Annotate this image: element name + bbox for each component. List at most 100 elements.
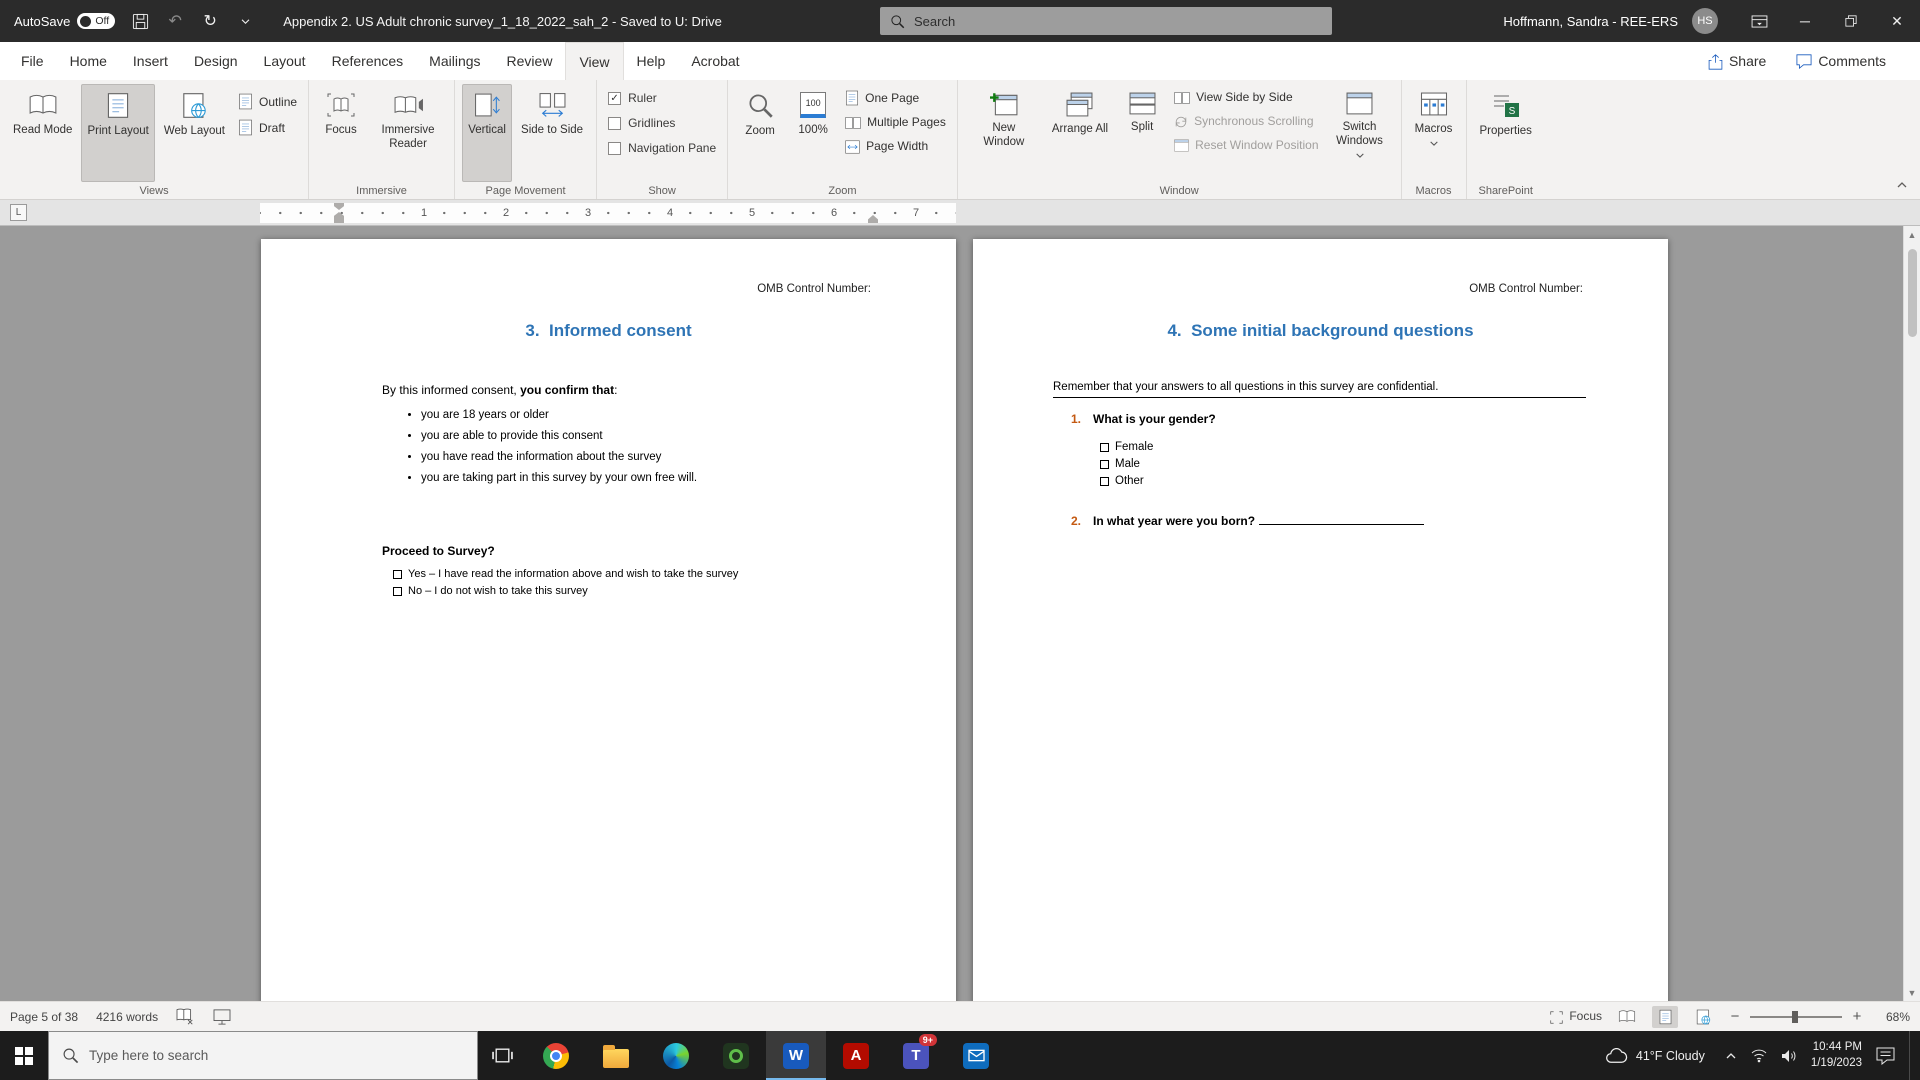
tab-mailings[interactable]: Mailings [416,42,493,80]
weather-widget[interactable]: 41°F Cloudy [1599,1048,1711,1064]
read-mode-button[interactable]: Read Mode [7,84,78,182]
document-page-1[interactable]: OMB Control Number: 3. Informed consent … [261,239,956,1001]
scrollbar-thumb[interactable] [1908,249,1917,337]
zoom-button[interactable]: Zoom [735,84,785,182]
zoom-in-button[interactable]: + [1850,1008,1864,1025]
taskbar-teams-button[interactable]: T9+ [886,1031,946,1080]
autosave-toggle[interactable]: AutoSave Off [14,13,115,29]
navigation-pane-checkbox[interactable]: Navigation Pane [604,140,720,156]
collapse-ribbon-icon[interactable] [1896,176,1908,194]
hanging-indent-marker[interactable] [334,212,344,219]
tab-design[interactable]: Design [181,42,251,80]
checkbox-checked-icon [608,92,621,105]
avatar[interactable]: HS [1692,8,1718,34]
close-button[interactable]: ✕ [1874,0,1920,42]
customize-qat-chevron-icon[interactable] [235,11,255,31]
vertical-button[interactable]: Vertical [462,84,512,182]
taskbar-green-app-button[interactable] [706,1031,766,1080]
print-layout-view-button[interactable] [1652,1006,1678,1028]
scroll-down-icon[interactable]: ▼ [1908,984,1917,1001]
word-count-status[interactable]: 4216 words [96,1010,158,1024]
ribbon-display-options-button[interactable] [1736,0,1782,42]
tab-acrobat[interactable]: Acrobat [678,42,752,80]
view-side-by-side-button[interactable]: View Side by Side [1170,89,1297,106]
taskbar-word-button[interactable]: W [766,1031,826,1080]
hidden-icons-chevron-icon[interactable] [1725,1052,1737,1060]
zoom-slider[interactable] [1750,1016,1842,1018]
tab-insert[interactable]: Insert [120,42,181,80]
macros-button[interactable]: Macros [1409,84,1459,182]
immersive-reader-button[interactable]: Immersive Reader [369,84,447,182]
document-page-2[interactable]: OMB Control Number: 4. Some initial back… [973,239,1668,1001]
switch-windows-button[interactable]: Switch Windows [1326,84,1394,182]
web-layout-button[interactable]: Web Layout [158,84,231,182]
tab-references[interactable]: References [319,42,417,80]
reset-window-position-button[interactable]: Reset Window Position [1170,137,1322,153]
proofing-errors-icon[interactable] [176,1008,195,1025]
zoom-100-button[interactable]: 100100% [788,84,838,182]
taskbar-outlook-button[interactable] [946,1031,1006,1080]
web-layout-view-button[interactable] [1690,1006,1716,1028]
zoom-slider-thumb[interactable] [1792,1011,1798,1023]
page-number-status[interactable]: Page 5 of 38 [10,1010,78,1024]
multiple-pages-button[interactable]: Multiple Pages [841,114,950,131]
taskbar-file-explorer-button[interactable] [586,1031,646,1080]
ruler[interactable]: L 1234567 [0,200,1920,226]
focus-mode-button[interactable]: Focus [1550,1009,1602,1023]
share-button[interactable]: Share [1698,48,1776,73]
first-line-indent-marker[interactable] [334,203,344,210]
tab-file[interactable]: File [8,42,57,80]
ruler-ticks[interactable]: 1234567 [260,203,956,223]
redo-icon[interactable]: ↻ [200,11,220,31]
restore-button[interactable] [1828,0,1874,42]
show-desktop-button[interactable] [1909,1031,1914,1080]
taskbar-chrome-button[interactable] [526,1031,586,1080]
titlebar-search[interactable] [880,7,1332,35]
save-icon[interactable] [130,11,150,31]
network-icon[interactable] [1751,1048,1767,1063]
autosave-switch[interactable]: Off [77,13,115,29]
clock[interactable]: 10:44 PM1/19/2023 [1811,1040,1862,1071]
undo-icon[interactable]: ↶ [165,11,185,31]
start-button[interactable] [0,1031,48,1080]
taskbar-search-input[interactable] [89,1048,464,1063]
right-indent-marker[interactable] [868,215,878,223]
tab-selector[interactable]: L [10,204,27,221]
properties-button[interactable]: S Properties [1474,84,1538,182]
arrange-all-button[interactable]: Arrange All [1046,84,1114,182]
zoom-percentage[interactable]: 68% [1872,1010,1910,1024]
read-mode-view-button[interactable] [1614,1006,1640,1028]
tab-review[interactable]: Review [494,42,566,80]
user-name[interactable]: Hoffmann, Sandra - REE-ERS [1503,14,1678,29]
one-page-button[interactable]: One Page [841,89,923,107]
accessibility-icon[interactable] [213,1009,231,1025]
task-view-button[interactable] [478,1031,526,1080]
taskbar-edge-button[interactable] [646,1031,706,1080]
vertical-scrollbar[interactable]: ▲ ▼ [1903,226,1920,1001]
volume-icon[interactable] [1781,1049,1797,1063]
draft-button[interactable]: Draft [234,118,289,137]
synchronous-scrolling-button[interactable]: Synchronous Scrolling [1170,113,1317,130]
tab-home[interactable]: Home [57,42,120,80]
tab-layout[interactable]: Layout [251,42,319,80]
action-center-icon[interactable] [1876,1047,1895,1065]
zoom-out-button[interactable]: − [1728,1008,1742,1025]
print-layout-button[interactable]: Print Layout [81,84,154,182]
side-to-side-button[interactable]: Side to Side [515,84,589,182]
split-button[interactable]: Split [1117,84,1167,182]
left-indent-marker[interactable] [334,219,344,223]
gridlines-checkbox[interactable]: Gridlines [604,115,679,131]
titlebar-search-input[interactable] [914,14,1322,29]
focus-button[interactable]: Focus [316,84,366,182]
page-width-button[interactable]: Page Width [841,138,932,155]
minimize-button[interactable]: ─ [1782,0,1828,42]
outline-button[interactable]: Outline [234,92,301,111]
ruler-checkbox[interactable]: Ruler [604,90,661,106]
comments-button[interactable]: Comments [1786,49,1896,74]
taskbar-search[interactable] [48,1031,478,1080]
taskbar-acrobat-button[interactable]: A [826,1031,886,1080]
new-window-button[interactable]: New Window [965,84,1043,182]
tab-view[interactable]: View [565,42,623,80]
tab-help[interactable]: Help [624,42,679,80]
scroll-up-icon[interactable]: ▲ [1908,226,1917,243]
